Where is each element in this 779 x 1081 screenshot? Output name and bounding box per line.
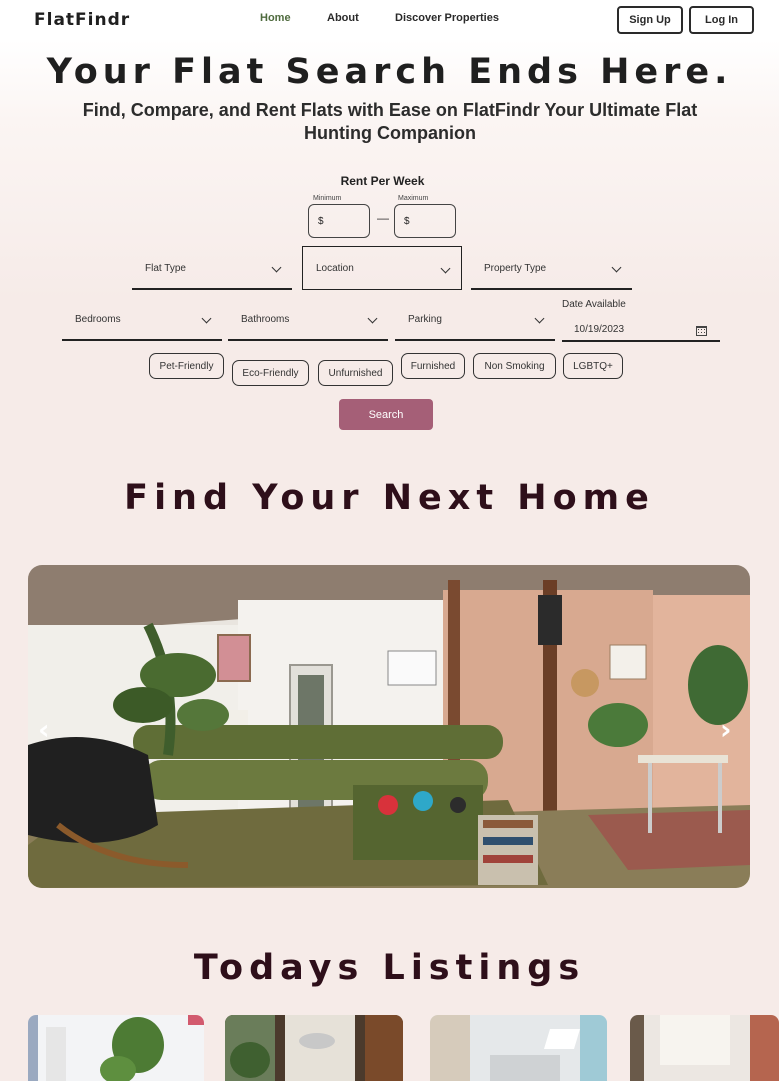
bathrooms-label: Bathrooms (241, 314, 290, 325)
chevron-down-icon (201, 313, 212, 324)
chevron-down-icon (440, 263, 451, 274)
chevron-down-icon (611, 262, 622, 273)
listing-image (28, 1015, 204, 1081)
min-rent-input[interactable] (325, 215, 362, 227)
range-separator: — (377, 211, 389, 225)
max-rent-field[interactable]: $ (394, 204, 456, 238)
hero-subtitle: Find, Compare, and Rent Flats with Ease … (82, 100, 698, 143)
chip-pet-friendly[interactable]: Pet-Friendly (149, 353, 224, 379)
maximum-label: Maximum (398, 195, 429, 202)
flat-type-label: Flat Type (145, 263, 186, 274)
nav-about[interactable]: About (327, 12, 359, 24)
listing-card[interactable] (225, 1015, 403, 1081)
chevron-down-icon (271, 262, 282, 273)
search-button[interactable]: Search (339, 399, 433, 430)
date-value: 10/19/2023 (574, 324, 625, 335)
flat-type-select[interactable]: Flat Type (132, 246, 292, 290)
minimum-label: Minimum (313, 195, 342, 202)
chip-non-smoking[interactable]: Non Smoking (473, 353, 556, 379)
hero-title: Your Flat Search Ends Here. (46, 52, 733, 92)
listing-card[interactable] (630, 1015, 779, 1081)
signup-button[interactable]: Sign Up (617, 6, 683, 34)
listing-image (430, 1015, 607, 1081)
carousel-section-title: Find Your Next Home (124, 478, 655, 518)
property-type-select[interactable]: Property Type (471, 246, 632, 290)
rent-per-week-label: Rent Per Week (340, 174, 425, 188)
listing-card[interactable] (28, 1015, 204, 1081)
min-rent-field[interactable]: $ (308, 204, 370, 238)
listing-image (630, 1015, 779, 1081)
currency-symbol: $ (318, 215, 324, 227)
nav-discover-properties[interactable]: Discover Properties (395, 12, 499, 24)
chevron-down-icon (534, 313, 545, 324)
parking-select[interactable]: Parking (395, 297, 555, 341)
home-carousel[interactable] (28, 565, 750, 888)
login-button[interactable]: Log In (689, 6, 754, 34)
chip-unfurnished[interactable]: Unfurnished (318, 360, 393, 386)
listings-section-title: Todays Listings (193, 948, 586, 988)
carousel-prev-arrow[interactable]: ‹ (38, 713, 50, 746)
date-available-input[interactable]: 10/19/2023 (562, 318, 720, 342)
chip-eco-friendly[interactable]: Eco-Friendly (232, 360, 309, 386)
location-select[interactable]: Location (302, 246, 462, 290)
chevron-down-icon (367, 313, 378, 324)
top-navigation: FlatFindr Home About Discover Properties… (0, 0, 779, 40)
bedrooms-label: Bedrooms (75, 314, 121, 325)
listing-card[interactable] (430, 1015, 607, 1081)
chip-lgbtq[interactable]: LGBTQ+ (563, 353, 623, 379)
currency-symbol: $ (404, 215, 410, 227)
carousel-next-arrow[interactable]: › (720, 713, 732, 746)
bedrooms-select[interactable]: Bedrooms (62, 297, 222, 341)
chip-furnished[interactable]: Furnished (401, 353, 465, 379)
bathrooms-select[interactable]: Bathrooms (228, 297, 388, 341)
property-type-label: Property Type (484, 263, 547, 274)
max-rent-input[interactable] (411, 215, 448, 227)
nav-home[interactable]: Home (260, 12, 291, 24)
parking-label: Parking (408, 314, 442, 325)
date-available-label: Date Available (562, 299, 626, 310)
calendar-icon[interactable] (696, 326, 707, 336)
location-label: Location (316, 263, 354, 274)
listing-image (225, 1015, 403, 1081)
carousel-slide-image (28, 565, 750, 888)
logo[interactable]: FlatFindr (34, 10, 130, 30)
